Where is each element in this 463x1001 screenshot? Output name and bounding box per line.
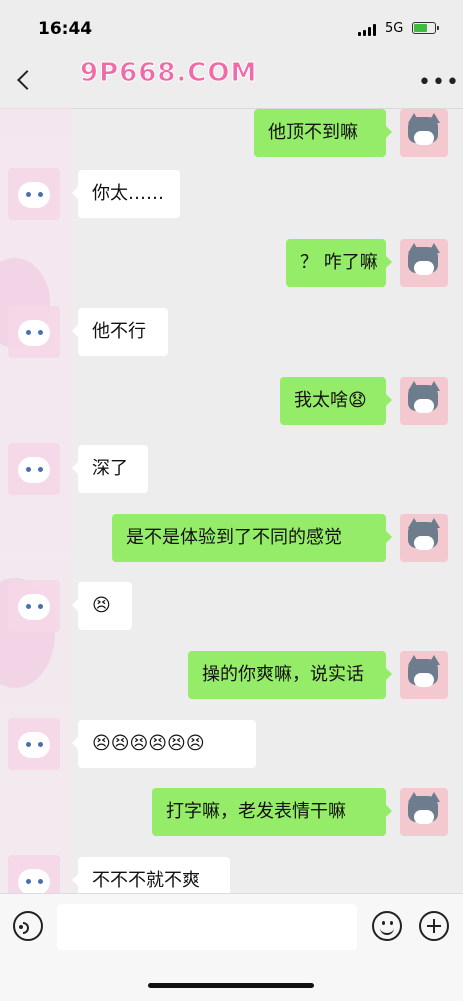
message-row: 😣😣😣😣😣😣 xyxy=(0,713,463,773)
plus-icon[interactable] xyxy=(419,911,449,941)
message-row: 他不行 xyxy=(0,301,463,361)
nav-bar: 9P668.COM ••• xyxy=(0,58,463,109)
outgoing-message-bubble[interactable]: 操的你爽嘛，说实话 xyxy=(188,651,392,699)
watermark: 9P668.COM xyxy=(79,58,258,89)
more-icon[interactable]: ••• xyxy=(418,72,460,94)
outgoing-message-bubble[interactable]: 我太啥😧 xyxy=(280,377,392,425)
message-row: 我太啥😧 xyxy=(0,370,463,430)
network-type: 5G xyxy=(385,21,404,36)
contact-avatar[interactable] xyxy=(8,718,60,770)
message-row: 他顶不到嘛 xyxy=(0,108,463,162)
message-row: 深了 xyxy=(0,438,463,498)
my-avatar[interactable] xyxy=(400,377,448,425)
contact-avatar[interactable] xyxy=(8,306,60,358)
incoming-message-bubble[interactable]: 😣😣😣😣😣😣 xyxy=(72,720,256,768)
message-row: 打字嘛，老发表情干嘛 xyxy=(0,781,463,841)
incoming-message-bubble[interactable]: 😣 xyxy=(72,582,132,630)
emoji-icon[interactable] xyxy=(372,911,402,941)
back-icon[interactable] xyxy=(17,70,37,90)
my-avatar[interactable] xyxy=(400,239,448,287)
message-row: 😣 xyxy=(0,575,463,635)
voice-icon[interactable] xyxy=(13,911,43,941)
contact-avatar[interactable] xyxy=(8,580,60,632)
message-row: 你太…… xyxy=(0,163,463,223)
my-avatar[interactable] xyxy=(400,788,448,836)
background-decoration xyxy=(0,108,72,893)
outgoing-message-bubble[interactable]: 打字嘛，老发表情干嘛 xyxy=(152,788,392,836)
chat-area[interactable]: 他顶不到嘛你太…… ？ 咋了嘛他不行我太啥😧 深了是不是体验到了不同的感觉 😣 操的你爽… xyxy=(0,108,463,893)
home-indicator xyxy=(148,983,314,988)
outgoing-message-bubble[interactable]: 他顶不到嘛 xyxy=(254,109,392,157)
message-row: ？ 咋了嘛 xyxy=(0,232,463,292)
outgoing-message-bubble[interactable]: 是不是体验到了不同的感觉 xyxy=(112,514,392,562)
battery-icon xyxy=(412,22,439,34)
status-time: 16:44 xyxy=(38,19,93,39)
incoming-message-bubble[interactable]: 你太…… xyxy=(72,170,180,218)
incoming-message-bubble[interactable]: 不不不就不爽 xyxy=(72,857,230,893)
incoming-message-bubble[interactable]: 深了 xyxy=(72,445,148,493)
my-avatar[interactable] xyxy=(400,514,448,562)
my-avatar[interactable] xyxy=(400,651,448,699)
message-input[interactable] xyxy=(57,904,357,950)
contact-avatar[interactable] xyxy=(8,443,60,495)
contact-avatar[interactable] xyxy=(8,168,60,220)
message-row: 是不是体验到了不同的感觉 xyxy=(0,507,463,567)
message-row: 操的你爽嘛，说实话 xyxy=(0,644,463,704)
contact-avatar[interactable] xyxy=(8,855,60,893)
status-bar: 16:44 5G xyxy=(0,0,463,58)
incoming-message-bubble[interactable]: 他不行 xyxy=(72,308,168,356)
my-avatar[interactable] xyxy=(400,109,448,157)
message-row: 不不不就不爽 xyxy=(0,850,463,893)
signal-icon xyxy=(358,24,378,36)
outgoing-message-bubble[interactable]: ？ 咋了嘛 xyxy=(286,239,392,287)
